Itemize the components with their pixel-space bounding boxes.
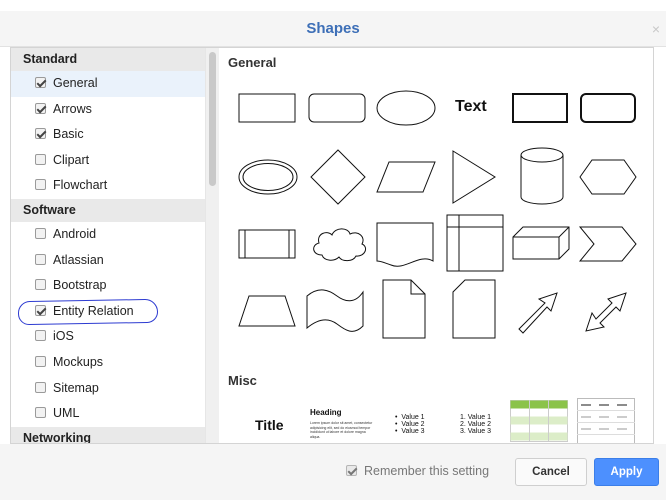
checkbox[interactable] bbox=[35, 330, 46, 342]
checkbox[interactable] bbox=[35, 355, 46, 367]
remember-setting-label: Remember this setting bbox=[364, 464, 490, 478]
sidebar-item-ios[interactable]: iOS bbox=[11, 324, 205, 350]
sidebar-item-basic[interactable]: Basic bbox=[11, 122, 205, 148]
green-table-shape[interactable] bbox=[510, 400, 568, 443]
sidebar-item-flowchart[interactable]: Flowchart bbox=[11, 173, 205, 199]
note-shape[interactable] bbox=[377, 278, 441, 339]
sidebar-item-arrows[interactable]: Arrows bbox=[11, 97, 205, 123]
sidebar-item-label: iOS bbox=[53, 329, 74, 344]
dialog-titlebar: Shapes × bbox=[0, 11, 666, 47]
parallelogram-shape[interactable] bbox=[375, 152, 439, 202]
cube-shape[interactable] bbox=[511, 219, 575, 269]
sidebar-item-label: Bootstrap bbox=[53, 278, 107, 293]
rounded-rectangle-shape[interactable] bbox=[307, 83, 371, 133]
document-shape[interactable] bbox=[375, 215, 439, 267]
bullet-list-item: • Value 1 bbox=[395, 414, 425, 421]
table-shape[interactable] bbox=[577, 398, 635, 443]
step-shape[interactable] bbox=[578, 219, 642, 269]
heading-label: Heading bbox=[310, 408, 342, 417]
sidebar-item-label: Flowchart bbox=[53, 178, 108, 193]
sidebar-category-standard[interactable]: Standard bbox=[11, 48, 205, 71]
checkbox[interactable] bbox=[35, 253, 46, 265]
numbered-list-item: 1. Value 1 bbox=[460, 414, 492, 421]
close-icon[interactable]: × bbox=[652, 11, 660, 47]
sidebar-item-label: General bbox=[53, 76, 98, 90]
sidebar-item-mockups[interactable]: Mockups bbox=[11, 350, 205, 376]
checkbox[interactable] bbox=[35, 227, 46, 239]
double-arrow-shape[interactable] bbox=[582, 283, 646, 333]
sidebar-item-entity-relation[interactable]: Entity Relation bbox=[11, 298, 205, 325]
arrow-shape[interactable] bbox=[515, 283, 579, 334]
checkbox[interactable] bbox=[35, 153, 46, 165]
shapes-dialog: Shapes × Standard General Arrows Basic Clipa… bbox=[0, 0, 666, 500]
thick-rectangle-shape[interactable] bbox=[510, 83, 574, 133]
apply-button[interactable]: Apply bbox=[594, 458, 659, 486]
sidebar-item-android[interactable]: Android bbox=[11, 222, 205, 248]
numbered-list-item: 3. Value 3 bbox=[460, 428, 492, 435]
checkbox[interactable] bbox=[35, 381, 46, 393]
heading-body-text: Lorem ipsum dolor sit amet, consectetur … bbox=[310, 421, 373, 439]
sidebar-item-general[interactable]: General bbox=[11, 71, 205, 97]
sidebar-item-label: UML bbox=[53, 406, 80, 421]
rectangle-shape[interactable] bbox=[237, 83, 301, 133]
dialog-body: Standard General Arrows Basic Clipart Flowcha… bbox=[10, 47, 654, 444]
sidebar-item-label: Mockups bbox=[53, 354, 104, 369]
sidebar-item-label: Sitemap bbox=[53, 380, 99, 395]
bullet-list-item: • Value 2 bbox=[395, 421, 425, 428]
sidebar-item-bootstrap[interactable]: Bootstrap bbox=[11, 273, 205, 299]
cancel-button[interactable]: Cancel bbox=[515, 458, 587, 486]
text-shape[interactable]: Text bbox=[455, 98, 487, 116]
heading-text-shape[interactable]: Heading Lorem ipsum dolor sit amet, cons… bbox=[310, 408, 374, 439]
sidebar-scrollbar[interactable] bbox=[205, 48, 219, 443]
misc-section-title: Misc bbox=[228, 373, 257, 388]
checkbox[interactable] bbox=[35, 77, 46, 88]
checkbox[interactable] bbox=[35, 407, 46, 419]
numbered-list-item: 2. Value 2 bbox=[460, 421, 492, 428]
triangle-shape[interactable] bbox=[445, 148, 509, 204]
checkbox[interactable] bbox=[35, 304, 46, 316]
sidebar-item-label: Entity Relation bbox=[53, 303, 134, 318]
rhombus-shape[interactable] bbox=[308, 148, 372, 205]
remember-setting-checkbox[interactable]: Remember this setting bbox=[346, 464, 489, 478]
bullet-list-shape[interactable]: • Value 1 • Value 2 • Value 3 bbox=[395, 414, 425, 435]
remember-checkbox-box[interactable] bbox=[346, 465, 357, 476]
sidebar-scrollbar-thumb[interactable] bbox=[209, 52, 216, 186]
sidebar-category-software[interactable]: Software bbox=[11, 198, 205, 222]
general-section-title: General bbox=[228, 55, 277, 70]
thick-rounded-rectangle-shape[interactable] bbox=[578, 83, 642, 133]
trapezoid-shape[interactable] bbox=[237, 286, 301, 336]
library-sidebar: Standard General Arrows Basic Clipart Flowcha… bbox=[11, 48, 205, 443]
checkbox[interactable] bbox=[35, 128, 46, 140]
tape-shape[interactable] bbox=[305, 280, 369, 332]
sidebar-item-label: Basic bbox=[53, 127, 84, 142]
sidebar-item-label: Clipart bbox=[53, 152, 90, 167]
dialog-footer: Remember this setting Cancel Apply bbox=[0, 444, 666, 500]
process-shape[interactable] bbox=[237, 219, 301, 269]
double-ellipse-shape[interactable] bbox=[237, 152, 301, 202]
dialog-title: Shapes bbox=[306, 20, 360, 37]
sidebar-category-networking[interactable]: Networking bbox=[11, 426, 205, 443]
checkbox[interactable] bbox=[35, 279, 46, 291]
title-shape[interactable]: Title bbox=[255, 417, 284, 433]
sidebar-item-clipart[interactable]: Clipart bbox=[11, 148, 205, 174]
numbered-list-shape[interactable]: 1. Value 1 2. Value 2 3. Value 3 bbox=[460, 414, 491, 435]
cloud-shape[interactable] bbox=[308, 219, 372, 269]
hexagon-shape[interactable] bbox=[578, 152, 642, 202]
shape-preview-panel: General Text Misc Title Heading Lorem ip… bbox=[220, 48, 653, 443]
card-shape[interactable] bbox=[445, 278, 509, 339]
sidebar-item-sitemap[interactable]: Sitemap bbox=[11, 376, 205, 402]
internal-storage-shape[interactable] bbox=[445, 213, 509, 272]
cylinder-shape[interactable] bbox=[511, 146, 575, 205]
ellipse-shape[interactable] bbox=[374, 83, 438, 133]
sidebar-item-uml[interactable]: UML bbox=[11, 401, 205, 427]
checkbox[interactable] bbox=[35, 179, 46, 191]
sidebar-item-label: Atlassian bbox=[53, 252, 104, 267]
checkbox[interactable] bbox=[35, 102, 46, 114]
bullet-list-item: • Value 3 bbox=[395, 428, 425, 435]
sidebar-item-label: Android bbox=[53, 226, 97, 241]
sidebar-item-atlassian[interactable]: Atlassian bbox=[11, 248, 205, 274]
sidebar-item-label: Arrows bbox=[53, 101, 92, 116]
